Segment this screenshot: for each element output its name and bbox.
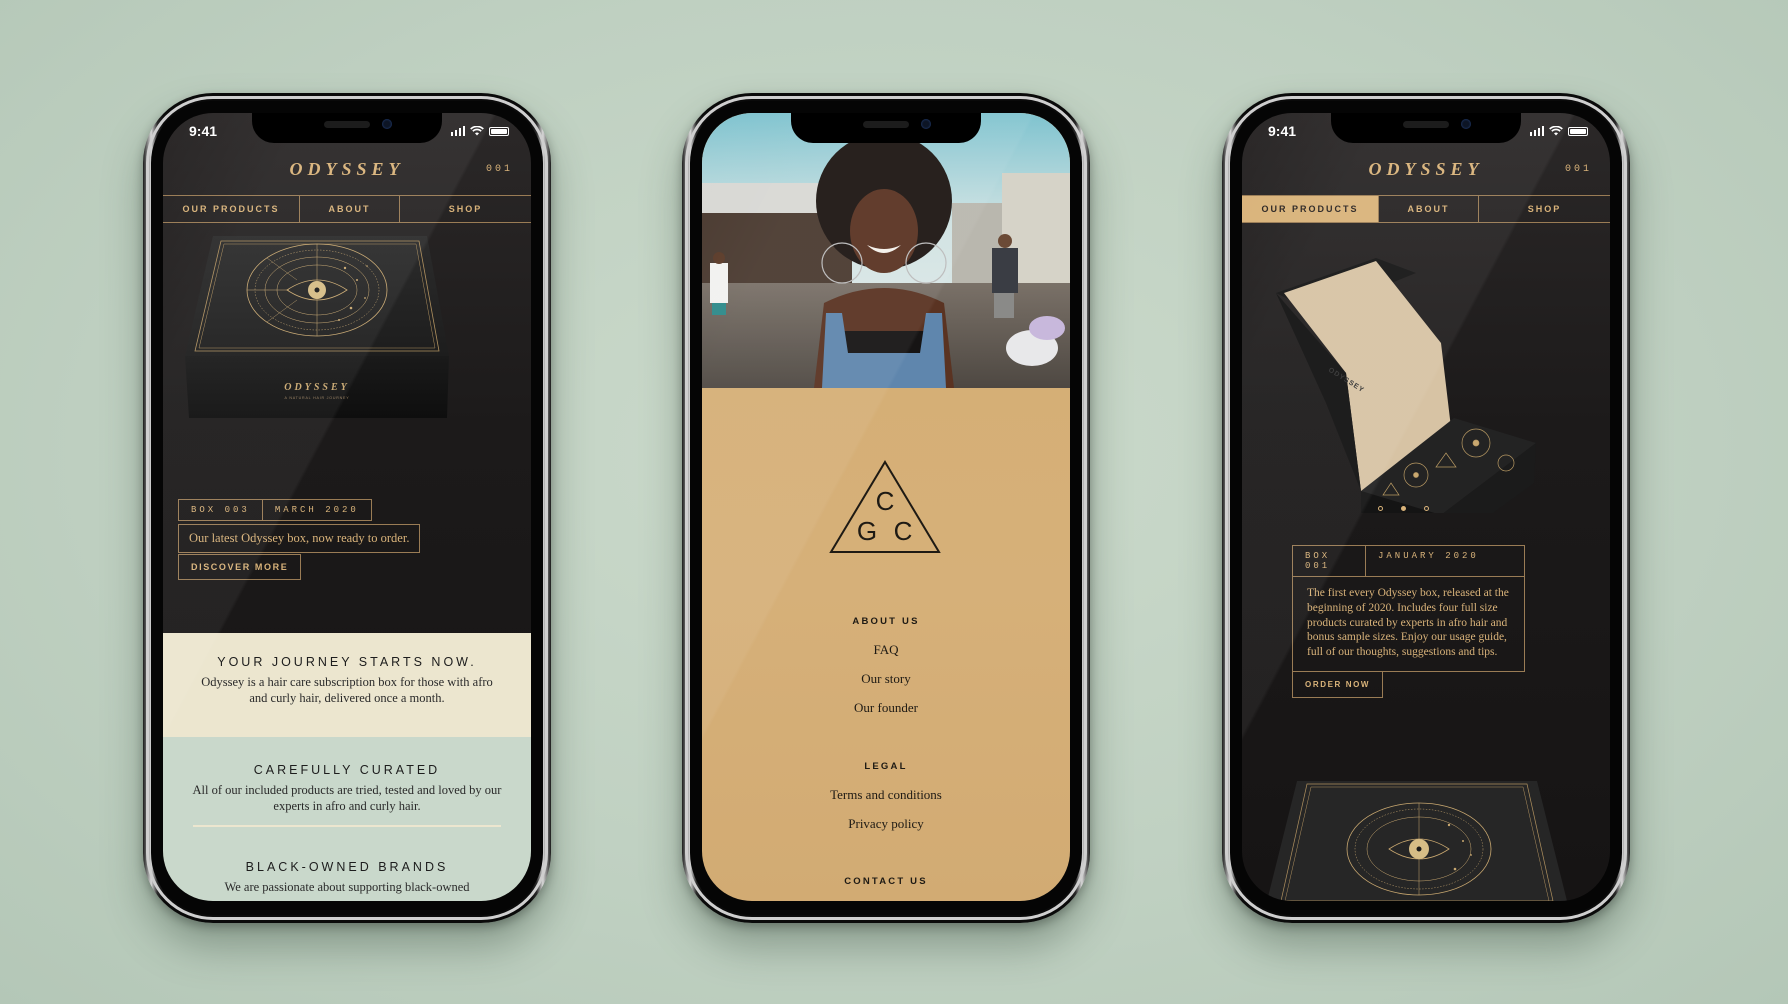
footer-link-our-founder[interactable]: Our founder <box>702 700 1070 716</box>
open-product-box-image: ODYSSEY <box>1276 258 1536 513</box>
box-description: The first every Odyssey box, released at… <box>1292 576 1525 672</box>
status-time: 9:41 <box>189 123 218 139</box>
intro-heading: YOUR JOURNEY STARTS NOW. <box>217 655 477 669</box>
footer-nav: ABOUT US FAQ Our story Our founder LEGAL… <box>702 113 1070 901</box>
box-meta-tags: BOX 003 MARCH 2020 <box>178 499 372 521</box>
phone-screen-products: 9:41 ODYSSEY 001 OUR PRODUCTS ABOUT SHOP… <box>1242 113 1610 901</box>
footer-heading-contact-us[interactable]: CONTACT US <box>702 876 1070 887</box>
footer-link-our-story[interactable]: Our story <box>702 671 1070 687</box>
nav-tab-shop[interactable]: SHOP <box>399 196 531 222</box>
nav-tab-shop[interactable]: SHOP <box>1478 196 1610 222</box>
intro-section: YOUR JOURNEY STARTS NOW. Odyssey is a ha… <box>163 633 531 737</box>
box-number-tag: BOX 001 <box>1305 551 1331 571</box>
box-tagline-text: A NATURAL HAIR JOURNEY <box>285 396 350 400</box>
box-number-tag: BOX 003 <box>191 505 250 515</box>
issue-number: 001 <box>485 164 513 175</box>
carousel-dot-3[interactable] <box>1424 506 1429 511</box>
nav-tab-our-products[interactable]: OUR PRODUCTS <box>163 196 299 222</box>
curated-heading: CAREFULLY CURATED <box>253 763 441 777</box>
wifi-icon <box>1549 126 1563 136</box>
status-bar: 9:41 <box>163 123 531 143</box>
status-time: 9:41 <box>1268 123 1297 139</box>
footer-heading-legal: LEGAL <box>864 761 908 772</box>
nav-tab-about[interactable]: ABOUT <box>1378 196 1478 222</box>
carousel-dots <box>1378 506 1429 511</box>
footer-link-terms[interactable]: Terms and conditions <box>702 787 1070 803</box>
section-divider <box>193 825 501 827</box>
carousel-dot-1[interactable] <box>1378 506 1383 511</box>
discover-more-button[interactable]: DISCOVER MORE <box>178 554 302 580</box>
intro-body: Odyssey is a hair care subscription box … <box>201 675 493 705</box>
phone-mockup-footer: C G C ABOUT US FAQ Our story Our founder… <box>682 93 1090 923</box>
footer-link-privacy[interactable]: Privacy policy <box>702 816 1070 832</box>
issue-number: 001 <box>1564 164 1592 175</box>
status-bar: 9:41 <box>1242 123 1610 143</box>
features-section: CAREFULLY CURATED All of our included pr… <box>163 737 531 901</box>
order-now-button[interactable]: ORDER NOW <box>1292 670 1384 698</box>
brands-heading: BLACK-OWNED BRANDS <box>245 860 449 874</box>
phone-mockup-products: 9:41 ODYSSEY 001 OUR PRODUCTS ABOUT SHOP… <box>1222 93 1630 923</box>
box-meta-tags: BOX 001 JANUARY 2020 <box>1292 545 1525 577</box>
curated-body: All of our included products are tried, … <box>192 783 502 813</box>
box-description: Our latest Odyssey box, now ready to ord… <box>178 524 421 553</box>
battery-icon <box>1568 126 1588 136</box>
product-box-image: ODYSSEY A NATURAL HAIR JOURNEY <box>185 236 449 418</box>
battery-icon <box>489 126 509 136</box>
cellular-signal-icon <box>450 126 465 136</box>
phone-notch <box>791 113 981 143</box>
phone-screen-footer: C G C ABOUT US FAQ Our story Our founder… <box>702 113 1070 901</box>
box-date-tag: MARCH 2020 <box>261 500 371 520</box>
cellular-signal-icon <box>1529 126 1544 136</box>
main-nav: OUR PRODUCTS ABOUT SHOP <box>163 195 531 223</box>
carousel-dot-2-active[interactable] <box>1401 506 1406 511</box>
phone-screen-home: 9:41 ODYSSEY 001 OUR PRODUCTS ABOUT SHOP <box>163 113 531 901</box>
main-nav: OUR PRODUCTS ABOUT SHOP <box>1242 195 1610 223</box>
brands-body: We are passionate about supporting black… <box>224 880 470 894</box>
product-box-lid-image <box>1267 781 1567 901</box>
wifi-icon <box>470 126 484 136</box>
box-info-card: BOX 001 JANUARY 2020 The first every Ody… <box>1292 545 1525 700</box>
footer-link-faq[interactable]: FAQ <box>702 642 1070 658</box>
brand-logo[interactable]: ODYSSEY <box>1242 159 1610 180</box>
box-brand-text: ODYSSEY <box>284 382 349 393</box>
phone-mockup-home: 9:41 ODYSSEY 001 OUR PRODUCTS ABOUT SHOP <box>143 93 551 923</box>
brand-logo[interactable]: ODYSSEY <box>163 159 531 180</box>
nav-tab-about[interactable]: ABOUT <box>299 196 399 222</box>
nav-tab-our-products[interactable]: OUR PRODUCTS <box>1242 196 1378 222</box>
footer-heading-about-us: ABOUT US <box>852 616 920 627</box>
box-date-tag: JANUARY 2020 <box>1365 546 1524 576</box>
